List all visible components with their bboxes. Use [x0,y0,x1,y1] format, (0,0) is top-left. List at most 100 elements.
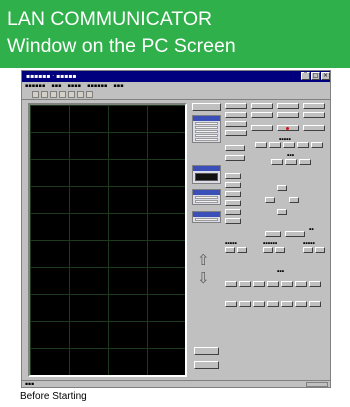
group-label: ▪▪▪▪▪ [303,241,315,245]
menu-item-4[interactable]: ▪▪▪▪▪▪ [87,82,107,90]
new-icon[interactable] [32,91,39,98]
small-button[interactable] [315,247,325,253]
dpad-up-button[interactable] [277,185,287,191]
key-button[interactable] [267,281,279,287]
key-button[interactable] [295,281,307,287]
control-button[interactable] [225,182,241,188]
control-button[interactable] [277,103,299,109]
group-label: ▪▪▪ [277,269,285,273]
key-button[interactable] [309,301,321,307]
help-icon[interactable] [86,91,93,98]
control-button[interactable] [303,112,325,118]
control-button[interactable] [225,218,241,224]
range-group [192,189,221,205]
record-button[interactable] [277,125,299,131]
small-button[interactable] [255,142,267,148]
control-button[interactable] [303,103,325,109]
remote-control-panel: ▪▪▪▪▪ ▪▪▪ ▪▪ ▪▪▪▪▪ ▪▪▪▪▪▪ ▪▪▪▪▪ ▪▪▪ [225,103,329,377]
control-button[interactable] [225,121,247,127]
small-button[interactable] [269,142,281,148]
open-icon[interactable] [41,91,48,98]
control-button[interactable] [251,112,273,118]
dpad-right-button[interactable] [289,197,299,203]
lan-communicator-window: ▪▪▪▪▪▪ · ▪▪▪▪▪ ‾ □ × ▪▪▪▪▪▪ ▪▪▪ ▪▪▪▪ ▪▪▪… [21,70,331,388]
small-button[interactable] [285,159,297,165]
settings-field[interactable] [195,126,218,129]
key-button[interactable] [295,301,307,307]
small-button[interactable] [297,142,309,148]
menu-item-5[interactable]: ▪▪▪ [113,82,123,90]
control-button[interactable] [225,200,241,206]
paste-icon[interactable] [77,91,84,98]
maximize-button[interactable]: □ [311,72,320,80]
small-button[interactable] [303,247,313,253]
key-button[interactable] [267,301,279,307]
readout-group [192,165,221,184]
control-button[interactable] [225,209,241,215]
control-button[interactable] [225,130,247,136]
menu-item-2[interactable]: ▪▪▪ [51,82,61,90]
key-button[interactable] [239,281,251,287]
small-button[interactable] [275,247,285,253]
group-label: ▪▪▪▪▪ [225,241,237,245]
status-bar: ▪▪▪ [22,380,330,387]
key-button[interactable] [225,301,237,307]
key-button[interactable] [253,281,265,287]
banner-title-line2: Window on the PC Screen [7,35,236,57]
group-label: ▪▪▪ [287,153,295,157]
control-button[interactable] [225,191,241,197]
settings-field[interactable] [195,134,218,137]
mode-button[interactable] [192,103,221,111]
waveform-display[interactable] [28,103,187,377]
control-button[interactable] [303,125,325,131]
control-button[interactable] [225,112,247,118]
menu-item-3[interactable]: ▪▪▪▪ [68,82,82,90]
control-button[interactable] [265,231,281,237]
dpad-left-button[interactable] [265,197,275,203]
control-button[interactable] [225,155,245,161]
key-button[interactable] [253,301,265,307]
key-button[interactable] [239,301,251,307]
control-button[interactable] [251,103,273,109]
key-button[interactable] [281,281,293,287]
settings-field[interactable] [195,130,218,133]
control-button[interactable] [251,125,273,131]
copy-icon[interactable] [68,91,75,98]
small-button[interactable] [237,247,247,253]
dpad-down-button[interactable] [277,209,287,215]
settings-field[interactable] [195,122,218,125]
small-button[interactable] [311,142,323,148]
settings-field[interactable] [195,138,218,141]
window-title: ▪▪▪▪▪▪ · ▪▪▪▪▪ [26,73,77,80]
group-label: ▪▪ [309,227,314,231]
range-field[interactable] [195,200,218,203]
group-label: ▪▪▪▪▪ [279,137,291,141]
small-button[interactable] [271,159,283,165]
connect-button[interactable] [194,347,219,355]
arrow-down-icon[interactable]: ⇩ [197,271,210,286]
key-button[interactable] [309,281,321,287]
small-button[interactable] [299,159,311,165]
status-indicator [194,361,219,369]
close-button[interactable]: × [321,72,330,80]
key-button[interactable] [281,301,293,307]
control-button[interactable] [225,103,247,109]
control-button[interactable] [225,173,241,179]
control-button[interactable] [285,231,305,237]
small-button[interactable] [283,142,295,148]
image-caption: Before Starting [20,391,87,402]
control-button[interactable] [277,112,299,118]
level-field[interactable] [195,218,218,221]
range-field[interactable] [195,196,218,199]
toolbar [22,90,330,100]
save-icon[interactable] [50,91,57,98]
arrow-up-icon[interactable]: ⇧ [197,253,210,268]
key-button[interactable] [225,281,237,287]
small-button[interactable] [263,247,273,253]
small-button[interactable] [225,247,235,253]
control-column: ⇧ ⇩ [190,103,223,377]
minimize-button[interactable]: ‾ [301,72,310,80]
menu-item-1[interactable]: ▪▪▪▪▪▪ [25,82,45,90]
print-icon[interactable] [59,91,66,98]
control-button[interactable] [225,145,245,151]
